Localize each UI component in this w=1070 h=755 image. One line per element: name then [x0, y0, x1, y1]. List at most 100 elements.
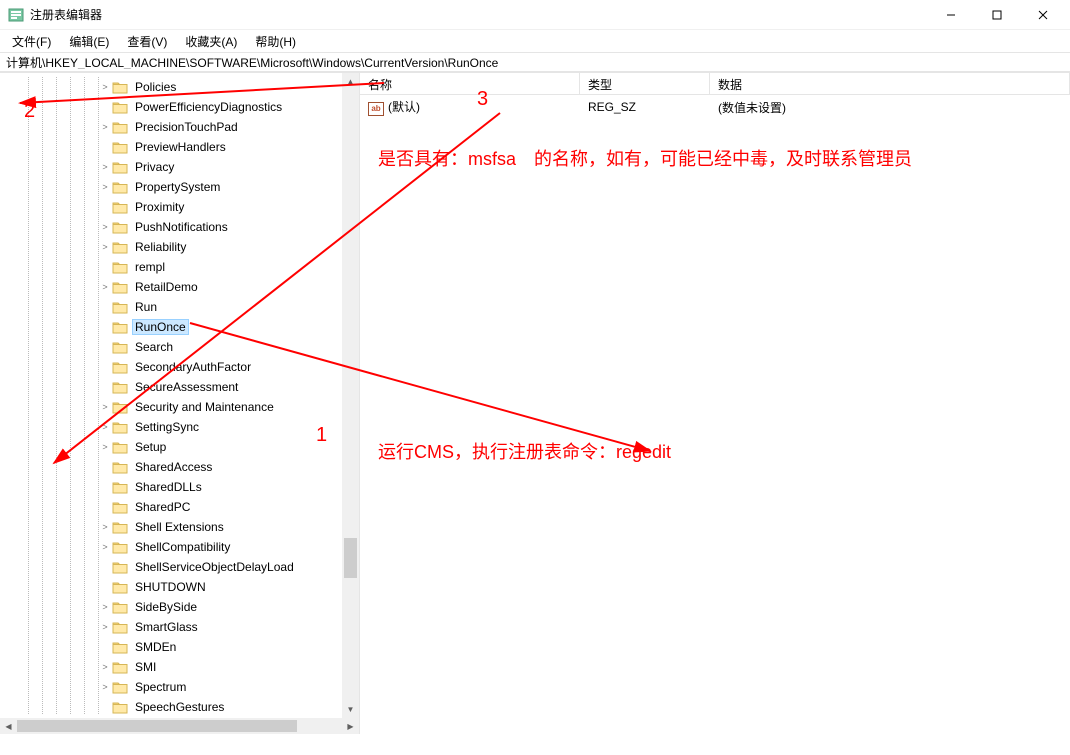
scroll-up-button[interactable]: ▲: [342, 73, 359, 90]
tree-item[interactable]: >SMI: [0, 657, 360, 677]
tree-pane[interactable]: >Policies PowerEfficiencyDiagnostics >Prec…: [0, 73, 360, 734]
menu-view[interactable]: 查看(V): [119, 31, 175, 52]
tree-item-label: PropertySystem: [132, 179, 223, 195]
tree-item[interactable]: SharedDLLs: [0, 477, 360, 497]
tree-item[interactable]: >Security and Maintenance: [0, 397, 360, 417]
annotation-text-2: 运行CMS，执行注册表命令：regedit: [378, 438, 671, 464]
address-bar[interactable]: [0, 52, 1070, 72]
tree-item[interactable]: Proximity: [0, 197, 360, 217]
folder-icon: [112, 400, 128, 414]
tree-item[interactable]: >PrecisionTouchPad: [0, 117, 360, 137]
menu-help[interactable]: 帮助(H): [247, 31, 304, 52]
tree-item-label: PowerEfficiencyDiagnostics: [132, 99, 285, 115]
tree-item[interactable]: SecondaryAuthFactor: [0, 357, 360, 377]
tree-item[interactable]: RunOnce: [0, 317, 360, 337]
chevron-right-icon[interactable]: >: [98, 622, 112, 632]
chevron-right-icon[interactable]: >: [98, 662, 112, 672]
string-value-icon: ab: [368, 102, 384, 116]
folder-icon: [112, 480, 128, 494]
tree-item[interactable]: >RetailDemo: [0, 277, 360, 297]
scroll-right-button[interactable]: ▶: [342, 718, 359, 734]
address-input[interactable]: [6, 55, 1064, 69]
menu-favorites[interactable]: 收藏夹(A): [177, 31, 245, 52]
scroll-down-button[interactable]: ▼: [342, 701, 359, 718]
tree-item[interactable]: > Shell Extensions: [0, 517, 360, 537]
menu-edit[interactable]: 编辑(E): [61, 31, 117, 52]
menubar: 文件(F) 编辑(E) 查看(V) 收藏夹(A) 帮助(H): [0, 30, 1070, 52]
tree-item[interactable]: >ShellCompatibility: [0, 537, 360, 557]
col-data[interactable]: 数据: [710, 73, 1070, 94]
tree-item-label: SharedPC: [132, 499, 193, 515]
tree-item[interactable]: >SettingSync: [0, 417, 360, 437]
tree-item[interactable]: rempl: [0, 257, 360, 277]
window-controls: [928, 0, 1066, 30]
tree-item[interactable]: SpeechGestures: [0, 697, 360, 717]
chevron-right-icon[interactable]: >: [98, 602, 112, 612]
col-type[interactable]: 类型: [580, 73, 710, 94]
list-header: 名称 类型 数据: [360, 73, 1070, 95]
chevron-right-icon[interactable]: >: [98, 282, 112, 292]
tree-vscrollbar[interactable]: ▲ ▼: [342, 73, 359, 718]
tree-item[interactable]: SharedPC: [0, 497, 360, 517]
chevron-right-icon[interactable]: >: [98, 242, 112, 252]
tree-item[interactable]: PreviewHandlers: [0, 137, 360, 157]
cell-name-text: (默认): [388, 100, 420, 114]
folder-icon: [112, 520, 128, 534]
tree-hscrollbar[interactable]: ◀ ▶: [0, 718, 359, 734]
chevron-right-icon[interactable]: >: [98, 222, 112, 232]
chevron-right-icon[interactable]: >: [98, 682, 112, 692]
list-row[interactable]: ab(默认)REG_SZ(数值未设置): [360, 97, 1070, 117]
tree-item[interactable]: >Policies: [0, 77, 360, 97]
chevron-right-icon[interactable]: >: [98, 402, 112, 412]
list-body[interactable]: ab(默认)REG_SZ(数值未设置): [360, 95, 1070, 119]
tree-item-label: Search: [132, 339, 176, 355]
tree-item[interactable]: SHUTDOWN: [0, 577, 360, 597]
minimize-button[interactable]: [928, 0, 974, 30]
chevron-right-icon[interactable]: >: [98, 162, 112, 172]
tree-item[interactable]: >Spectrum: [0, 677, 360, 697]
tree-item[interactable]: Search: [0, 337, 360, 357]
chevron-right-icon[interactable]: >: [98, 182, 112, 192]
tree-item[interactable]: >PushNotifications: [0, 217, 360, 237]
tree-item[interactable]: >Privacy: [0, 157, 360, 177]
tree-item-label: Setup: [132, 439, 169, 455]
folder-icon: [112, 420, 128, 434]
close-button[interactable]: [1020, 0, 1066, 30]
folder-icon: [112, 120, 128, 134]
col-name[interactable]: 名称: [360, 73, 580, 94]
tree-item[interactable]: >SmartGlass: [0, 617, 360, 637]
folder-icon: [112, 460, 128, 474]
tree-item[interactable]: ShellServiceObjectDelayLoad: [0, 557, 360, 577]
maximize-button[interactable]: [974, 0, 1020, 30]
chevron-right-icon[interactable]: >: [98, 122, 112, 132]
tree-item[interactable]: > Setup: [0, 437, 360, 457]
folder-icon: [112, 240, 128, 254]
folder-icon: [112, 200, 128, 214]
tree-item[interactable]: SecureAssessment: [0, 377, 360, 397]
annotation-num-2: 2: [24, 100, 35, 123]
tree-item[interactable]: SMDEn: [0, 637, 360, 657]
folder-icon: [112, 620, 128, 634]
folder-icon: [112, 160, 128, 174]
hscroll-thumb[interactable]: [17, 720, 297, 732]
vscroll-thumb[interactable]: [344, 538, 357, 578]
annotation-num-3: 3: [477, 88, 488, 111]
tree-item[interactable]: > PropertySystem: [0, 177, 360, 197]
tree-item-label: Run: [132, 299, 160, 315]
tree-item[interactable]: Run: [0, 297, 360, 317]
menu-file[interactable]: 文件(F): [4, 31, 59, 52]
tree-item[interactable]: >SideBySide: [0, 597, 360, 617]
tree-item[interactable]: > Reliability: [0, 237, 360, 257]
chevron-right-icon[interactable]: >: [98, 422, 112, 432]
tree-item[interactable]: SharedAccess: [0, 457, 360, 477]
scroll-left-button[interactable]: ◀: [0, 718, 17, 734]
tree-item-label: Reliability: [132, 239, 189, 255]
tree-item[interactable]: PowerEfficiencyDiagnostics: [0, 97, 360, 117]
folder-icon: [112, 680, 128, 694]
chevron-right-icon[interactable]: >: [98, 82, 112, 92]
chevron-right-icon[interactable]: >: [98, 442, 112, 452]
tree-item-label: Shell Extensions: [132, 519, 227, 535]
chevron-right-icon[interactable]: >: [98, 542, 112, 552]
folder-icon: [112, 580, 128, 594]
chevron-right-icon[interactable]: >: [98, 522, 112, 532]
